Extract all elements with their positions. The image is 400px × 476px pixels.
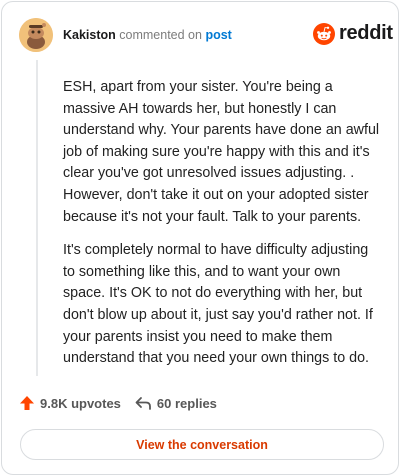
username[interactable]: Kakiston xyxy=(63,28,116,42)
upvote-arrow-icon xyxy=(20,396,34,410)
view-conversation-button[interactable]: View the conversation xyxy=(20,429,384,460)
view-conversation-label: View the conversation xyxy=(136,437,268,452)
reddit-snoo-icon xyxy=(313,22,335,45)
comment-actions: 9.8K upvotes 60 replies xyxy=(19,395,217,411)
comment-card: Kakiston commented on post reddit ESH, a… xyxy=(1,1,399,475)
header-action-text: commented on xyxy=(119,28,202,42)
logo-text: reddit xyxy=(339,22,393,44)
comment-paragraph: ESH, apart from your sister. You're bein… xyxy=(63,79,380,225)
upvote-count: 9.8K upvotes xyxy=(40,395,121,411)
post-link[interactable]: post xyxy=(205,28,231,42)
reddit-logo[interactable]: reddit xyxy=(313,22,393,45)
upvote-button[interactable]: 9.8K upvotes xyxy=(19,395,121,411)
user-avatar[interactable] xyxy=(19,18,53,52)
reply-arrow-icon xyxy=(135,396,151,410)
replies-count: 60 replies xyxy=(156,395,217,411)
comment-body: ESH, apart from your sister. You're bein… xyxy=(63,77,383,382)
thread-line xyxy=(36,60,38,376)
comment-paragraph: It's completely normal to have difficult… xyxy=(63,242,373,367)
snoo-avatar-icon xyxy=(19,18,53,52)
replies-button[interactable]: 60 replies xyxy=(135,396,217,411)
comment-header: Kakiston commented on post xyxy=(63,28,232,42)
